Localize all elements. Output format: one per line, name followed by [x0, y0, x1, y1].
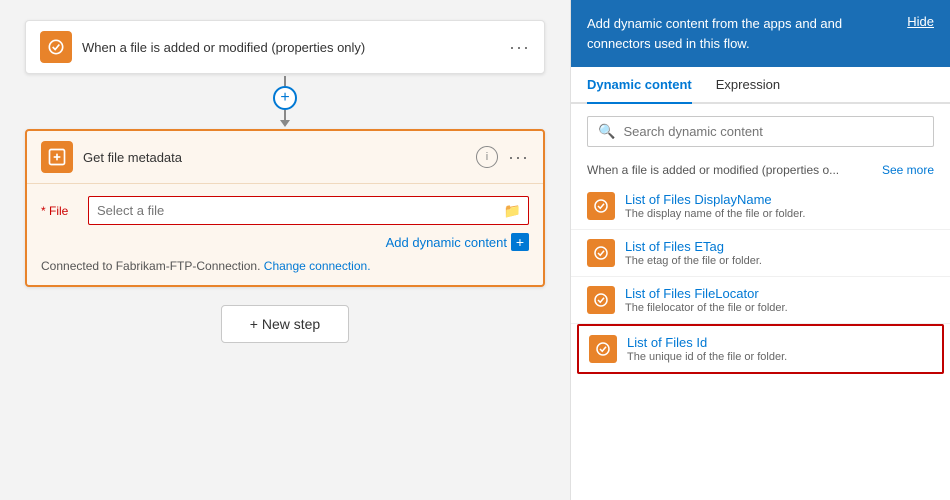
dynamic-item-icon-1 [587, 239, 615, 267]
trigger-icon [40, 31, 72, 63]
dynamic-item-text-0: List of Files DisplayName The display na… [625, 192, 805, 220]
panel-tabs: Dynamic content Expression [571, 67, 950, 104]
dynamic-item-text-1: List of Files ETag The etag of the file … [625, 239, 762, 267]
action-title: Get file metadata [83, 150, 466, 165]
step-connector: + [273, 76, 297, 127]
add-dynamic-content-link[interactable]: Add dynamic content + [41, 233, 529, 251]
panel-header-text: Add dynamic content from the apps and an… [587, 14, 891, 53]
file-field-label: * File [41, 204, 76, 218]
action-step: Get file metadata i ··· * File 📁 Add dyn… [25, 129, 545, 287]
file-input[interactable] [88, 196, 529, 225]
action-more-button[interactable]: ··· [508, 147, 529, 168]
add-dynamic-plus-icon: + [511, 233, 529, 251]
trigger-more-button[interactable]: ··· [509, 37, 530, 58]
search-input[interactable] [623, 124, 923, 139]
action-icon [41, 141, 73, 173]
new-step-button[interactable]: + New step [221, 305, 349, 343]
dynamic-item-title-3: List of Files Id [627, 335, 787, 350]
dynamic-item-2[interactable]: List of Files FileLocator The filelocato… [571, 277, 950, 324]
trigger-step[interactable]: When a file is added or modified (proper… [25, 20, 545, 74]
tab-expression[interactable]: Expression [716, 67, 780, 104]
dynamic-item-desc-0: The display name of the file or folder. [625, 208, 805, 220]
dynamic-item-icon-0 [587, 192, 615, 220]
new-step-label: + New step [250, 316, 320, 332]
plus-icon: + [280, 90, 289, 106]
dynamic-item-desc-1: The etag of the file or folder. [625, 255, 762, 267]
dynamic-item-title-2: List of Files FileLocator [625, 286, 788, 301]
folder-icon: 📁 [504, 202, 521, 219]
dynamic-item-0[interactable]: List of Files DisplayName The display na… [571, 183, 950, 230]
dynamic-item-desc-3: The unique id of the file or folder. [627, 351, 787, 363]
panel-header: Add dynamic content from the apps and an… [571, 0, 950, 67]
search-box: 🔍 [587, 116, 934, 147]
flow-canvas: When a file is added or modified (proper… [0, 0, 570, 500]
see-more-link[interactable]: See more [882, 163, 934, 177]
file-field-row: * File 📁 [41, 196, 529, 225]
connection-info: Connected to Fabrikam-FTP-Connection. Ch… [41, 259, 529, 273]
dynamic-item-icon-3 [589, 335, 617, 363]
trigger-title: When a file is added or modified (proper… [82, 40, 499, 55]
tab-dynamic-content[interactable]: Dynamic content [587, 67, 692, 104]
section-header-text: When a file is added or modified (proper… [587, 163, 839, 177]
search-icon: 🔍 [598, 123, 615, 140]
change-connection-link[interactable]: Change connection. [264, 259, 371, 273]
dynamic-item-text-3: List of Files Id The unique id of the fi… [627, 335, 787, 363]
connector-arrow [280, 120, 290, 127]
connector-line-top [284, 76, 286, 86]
dynamic-item-desc-2: The filelocator of the file or folder. [625, 302, 788, 314]
dynamic-item-text-2: List of Files FileLocator The filelocato… [625, 286, 788, 314]
dynamic-item-3[interactable]: List of Files Id The unique id of the fi… [577, 324, 944, 374]
connection-text: Connected to Fabrikam-FTP-Connection. [41, 259, 260, 273]
dynamic-item-icon-2 [587, 286, 615, 314]
connector-line-bottom [284, 110, 286, 120]
dynamic-item-title-1: List of Files ETag [625, 239, 762, 254]
dynamic-item-title-0: List of Files DisplayName [625, 192, 805, 207]
dynamic-item-1[interactable]: List of Files ETag The etag of the file … [571, 230, 950, 277]
action-step-header: Get file metadata i ··· [27, 131, 543, 184]
dynamic-content-panel: Add dynamic content from the apps and an… [570, 0, 950, 500]
file-input-wrapper: 📁 [88, 196, 529, 225]
dynamic-content-list: List of Files DisplayName The display na… [571, 183, 950, 500]
add-step-button[interactable]: + [273, 86, 297, 110]
action-info-button[interactable]: i [476, 146, 498, 168]
add-dynamic-label: Add dynamic content [386, 235, 507, 250]
action-step-body: * File 📁 Add dynamic content + Connected… [27, 184, 543, 285]
hide-panel-button[interactable]: Hide [907, 14, 934, 29]
section-header: When a file is added or modified (proper… [571, 159, 950, 183]
